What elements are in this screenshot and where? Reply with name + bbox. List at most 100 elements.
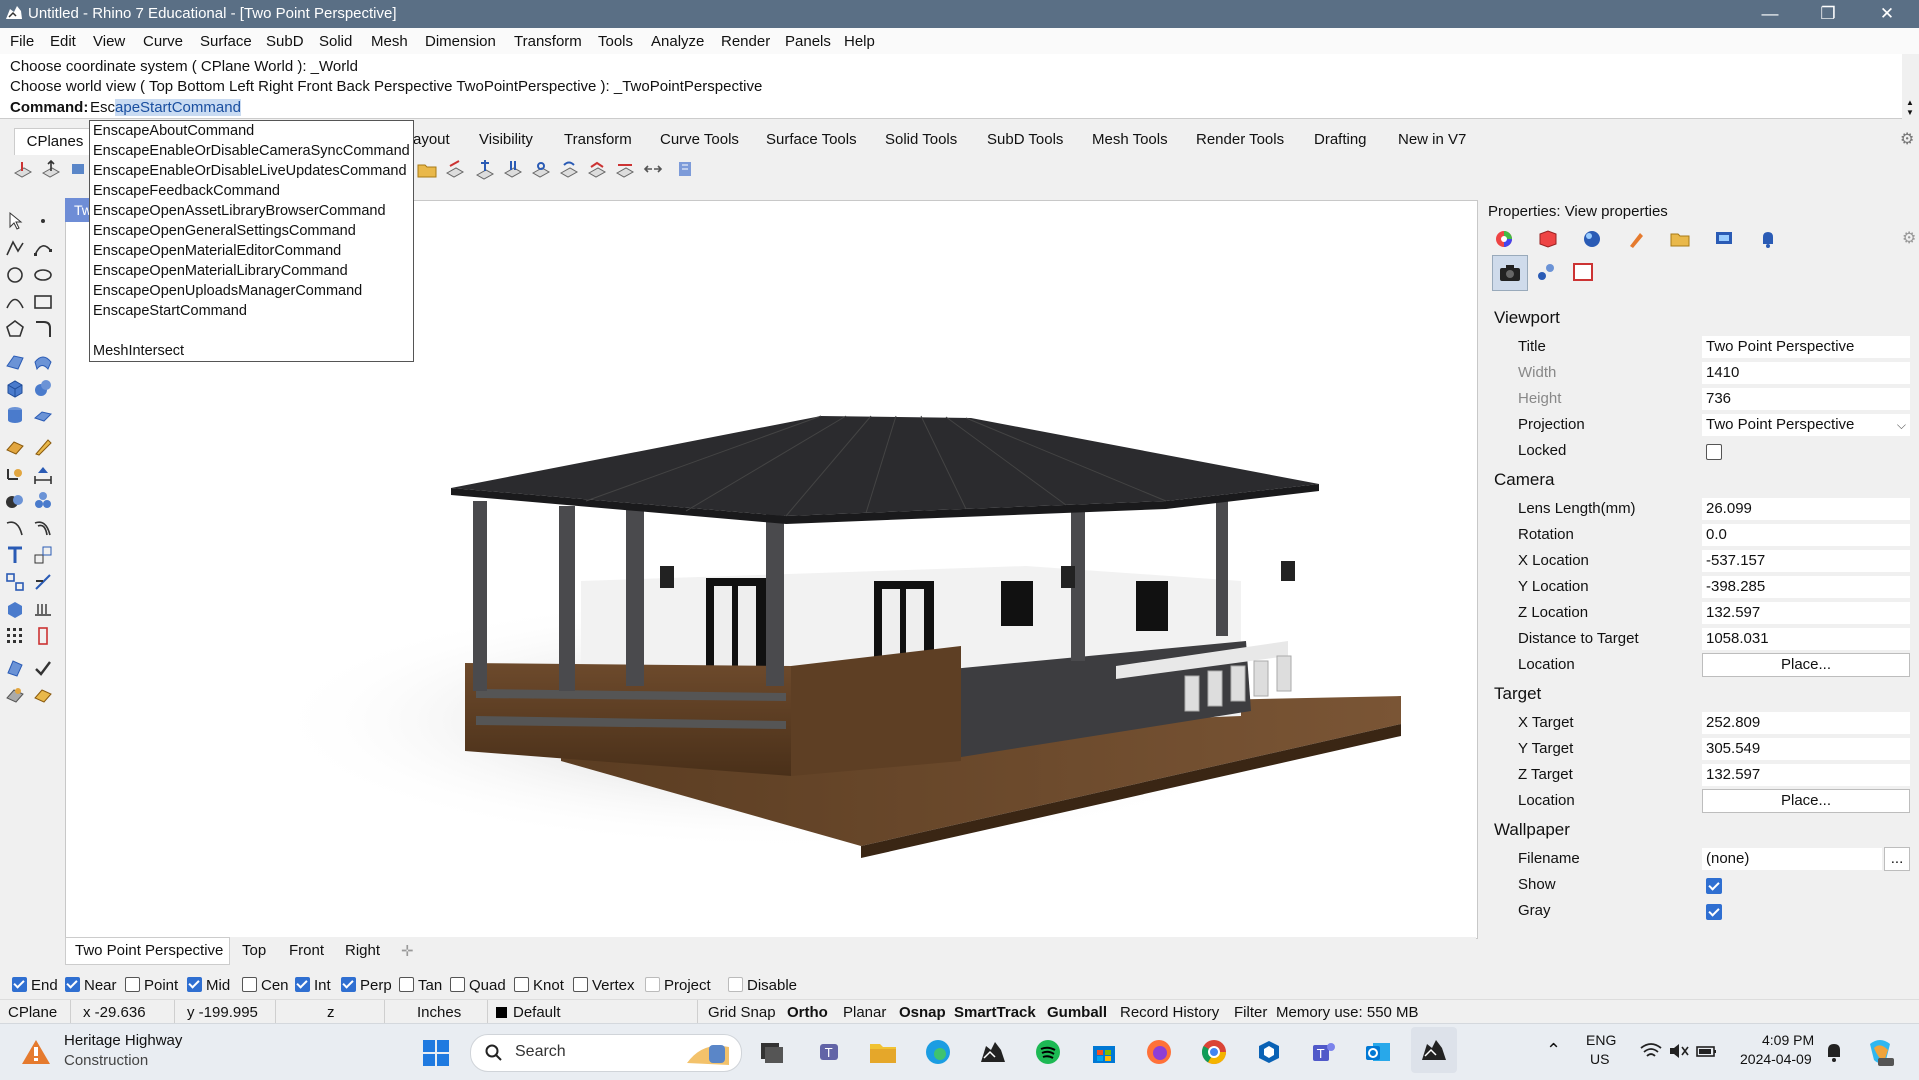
- ellipse-icon[interactable]: [32, 264, 54, 286]
- autocomplete-item[interactable]: EnscapeEnableOrDisableCameraSyncCommand: [93, 143, 410, 159]
- monitor-icon[interactable]: [1713, 228, 1735, 250]
- mesh-icon[interactable]: [4, 436, 26, 458]
- osnap-near[interactable]: Near: [65, 977, 117, 994]
- command-line[interactable]: Command: EscapeStartCommand: [0, 97, 1902, 119]
- cplane-view-icon[interactable]: [614, 158, 636, 180]
- volume-muted-icon[interactable]: [1668, 1042, 1690, 1060]
- osnap-perp[interactable]: Perp: [341, 977, 392, 994]
- autocomplete-item[interactable]: MeshIntersect: [93, 343, 184, 359]
- rhino-active-app[interactable]: [1411, 1027, 1457, 1073]
- text-icon[interactable]: [4, 544, 26, 566]
- gray-checkbox[interactable]: [1706, 904, 1722, 920]
- osnap-int[interactable]: Int: [295, 977, 331, 994]
- point-icon[interactable]: [32, 210, 54, 232]
- surface-edge-icon[interactable]: [32, 350, 54, 372]
- menu-transform[interactable]: Transform: [514, 33, 582, 50]
- add-viewport-icon[interactable]: ✛: [401, 942, 414, 960]
- menu-view[interactable]: View: [93, 33, 125, 50]
- edge-icon[interactable]: [924, 1038, 952, 1066]
- bell-icon[interactable]: [1757, 228, 1779, 250]
- display-mode-icon[interactable]: [1572, 261, 1594, 283]
- close-button[interactable]: ✕: [1862, 2, 1912, 26]
- curve-control-points-icon[interactable]: [32, 237, 54, 259]
- extrude-icon[interactable]: [32, 404, 54, 426]
- rectangle-icon[interactable]: [32, 291, 54, 313]
- z-location-field[interactable]: 132.597: [1702, 602, 1910, 624]
- x-location-field[interactable]: -537.157: [1702, 550, 1910, 572]
- chevron-up-icon[interactable]: ⌃: [1546, 1040, 1561, 1061]
- outlook-icon[interactable]: [1364, 1038, 1392, 1066]
- tab-transform[interactable]: Transform: [564, 131, 632, 148]
- open-folder-icon[interactable]: [416, 158, 438, 180]
- scroll-down-icon[interactable]: ▼: [1906, 108, 1914, 117]
- firefox-icon[interactable]: [1145, 1038, 1173, 1066]
- viewport-tab-two-point-perspective[interactable]: Two Point Perspective: [75, 942, 223, 959]
- teams-icon[interactable]: T: [1310, 1038, 1338, 1066]
- cplane-elevator-icon[interactable]: [474, 158, 496, 180]
- camera-tab[interactable]: [1492, 255, 1528, 291]
- weather-alert-icon[interactable]: [18, 1034, 54, 1070]
- status-units[interactable]: Inches: [417, 1004, 461, 1021]
- osnap-cen[interactable]: Cen: [242, 977, 289, 994]
- menu-tools[interactable]: Tools: [598, 33, 633, 50]
- status-layer[interactable]: Default: [513, 1004, 561, 1021]
- polyline-icon[interactable]: [4, 237, 26, 259]
- spotify-icon[interactable]: [1034, 1038, 1062, 1066]
- projection-select[interactable]: Two Point Perspective ⌵: [1702, 414, 1910, 436]
- render-icon[interactable]: [4, 684, 26, 706]
- menu-mesh[interactable]: Mesh: [371, 33, 408, 50]
- cplane-origin-icon[interactable]: [40, 158, 62, 180]
- grid-array-icon[interactable]: [4, 625, 26, 647]
- cplane-curve-icon[interactable]: [530, 158, 552, 180]
- osnap-mid[interactable]: Mid: [187, 977, 230, 994]
- copilot-icon[interactable]: [1864, 1036, 1896, 1068]
- autocomplete-item[interactable]: EnscapeEnableOrDisableLiveUpdatesCommand: [93, 163, 407, 179]
- tab-render-tools[interactable]: Render Tools: [1196, 131, 1284, 148]
- menu-solid[interactable]: Solid: [319, 33, 352, 50]
- cplane-tool-icon[interactable]: [12, 158, 34, 180]
- autocomplete-item[interactable]: EnscapeOpenAssetLibraryBrowserCommand: [93, 203, 386, 219]
- panel-settings-icon[interactable]: ⚙: [1902, 228, 1916, 248]
- sketchup-icon[interactable]: [1255, 1038, 1283, 1066]
- menu-dimension[interactable]: Dimension: [425, 33, 496, 50]
- autocomplete-item[interactable]: EnscapeAboutCommand: [93, 123, 254, 139]
- menu-panels[interactable]: Panels: [785, 33, 831, 50]
- target-place-button[interactable]: Place...: [1702, 789, 1910, 813]
- status-cplane[interactable]: CPlane: [8, 1004, 57, 1021]
- check-icon[interactable]: [32, 657, 54, 679]
- circle-icon[interactable]: [4, 264, 26, 286]
- browse-button[interactable]: ...: [1884, 847, 1910, 871]
- osnap-point[interactable]: Point: [125, 977, 178, 994]
- status-record-history[interactable]: Record History: [1120, 1004, 1219, 1021]
- locked-checkbox[interactable]: [1706, 444, 1722, 460]
- tab-visibility[interactable]: Visibility: [479, 131, 533, 148]
- rotation-field[interactable]: 0.0: [1702, 524, 1910, 546]
- language-code[interactable]: ENG: [1586, 1032, 1616, 1048]
- scale-icon[interactable]: [32, 544, 54, 566]
- cplane-object-icon[interactable]: [68, 158, 90, 180]
- lens-field[interactable]: 26.099: [1702, 498, 1910, 520]
- material-sphere-icon[interactable]: [1581, 228, 1603, 250]
- osnap-knot[interactable]: Knot: [514, 977, 564, 994]
- wifi-icon[interactable]: [1640, 1042, 1662, 1060]
- restore-button[interactable]: ❐: [1803, 2, 1853, 26]
- array-icon[interactable]: [4, 571, 26, 593]
- file-explorer-icon[interactable]: [868, 1038, 898, 1066]
- material-icon[interactable]: [32, 684, 54, 706]
- group-icon[interactable]: [32, 490, 54, 512]
- status-planar[interactable]: Planar: [843, 1004, 886, 1021]
- task-view-icon[interactable]: [758, 1038, 786, 1066]
- camera-place-button[interactable]: Place...: [1702, 653, 1910, 677]
- tab-surface-tools[interactable]: Surface Tools: [766, 131, 857, 148]
- osnap-vertex[interactable]: Vertex: [573, 977, 635, 994]
- cplane-named-icon[interactable]: [444, 158, 466, 180]
- tab-cplanes[interactable]: CPlanes: [14, 128, 96, 155]
- clock-time[interactable]: 4:09 PM: [1762, 1032, 1814, 1048]
- menu-render[interactable]: Render: [721, 33, 770, 50]
- polygon-icon[interactable]: [4, 318, 26, 340]
- history-icon[interactable]: [32, 625, 54, 647]
- osnap-end[interactable]: End: [12, 977, 58, 994]
- command-scrollbar[interactable]: ▲ ▼: [1902, 97, 1919, 119]
- notification-bell-icon[interactable]: [1824, 1041, 1844, 1063]
- box-solid-icon[interactable]: [4, 598, 26, 620]
